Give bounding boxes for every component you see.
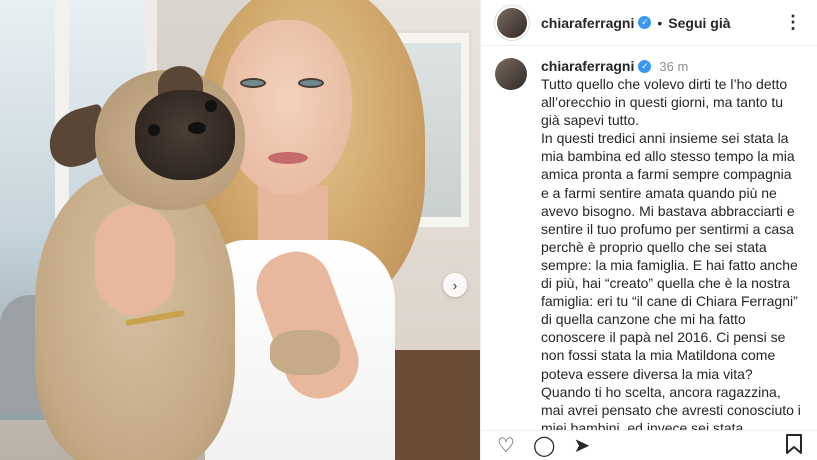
action-bar: ♡ ◯ ➤ <box>481 430 817 460</box>
comment-bubble-icon[interactable]: ◯ <box>533 436 555 456</box>
caption-body: chiaraferragni ✓ 36 m Tutto quello che v… <box>541 58 803 430</box>
header-username[interactable]: chiaraferragni <box>541 15 634 31</box>
post-header: chiaraferragni ✓ • Segui già ⋮ <box>481 0 817 46</box>
woman-eye <box>298 78 324 88</box>
share-paper-plane-icon[interactable]: ➤ <box>573 436 590 456</box>
caption-text: Tutto quello che volevo dirti te l’ho de… <box>541 76 801 430</box>
carousel-next-icon[interactable]: › <box>443 273 467 297</box>
dog-eye <box>148 124 160 136</box>
woman-eye <box>240 78 266 88</box>
woman-face <box>222 20 352 195</box>
woman-hand <box>95 205 175 315</box>
verified-badge-icon: ✓ <box>638 16 652 29</box>
like-heart-icon[interactable]: ♡ <box>497 436 515 456</box>
caption-scroll-area[interactable]: chiaraferragni ✓ 36 m Tutto quello che v… <box>481 46 817 430</box>
separator-dot: • <box>657 14 663 31</box>
post-timestamp[interactable]: 36 m <box>659 59 688 74</box>
more-options-icon[interactable]: ⋮ <box>784 12 803 33</box>
dog-eye <box>205 100 217 112</box>
woman-lips <box>268 152 308 164</box>
post-media[interactable]: › <box>0 0 480 460</box>
following-button[interactable]: Segui già <box>668 15 730 31</box>
save-bookmark-icon[interactable] <box>786 433 802 458</box>
caption-username[interactable]: chiaraferragni <box>541 58 634 74</box>
post-side-panel: chiaraferragni ✓ • Segui già ⋮ chiarafer… <box>480 0 817 460</box>
dog-paw <box>270 330 340 375</box>
avatar[interactable] <box>495 58 527 90</box>
caption-header: chiaraferragni ✓ 36 m <box>541 58 803 74</box>
avatar[interactable] <box>495 5 529 40</box>
dog-nose <box>188 122 206 134</box>
verified-badge-icon: ✓ <box>638 59 652 73</box>
caption-comment: chiaraferragni ✓ 36 m Tutto quello che v… <box>495 58 804 430</box>
